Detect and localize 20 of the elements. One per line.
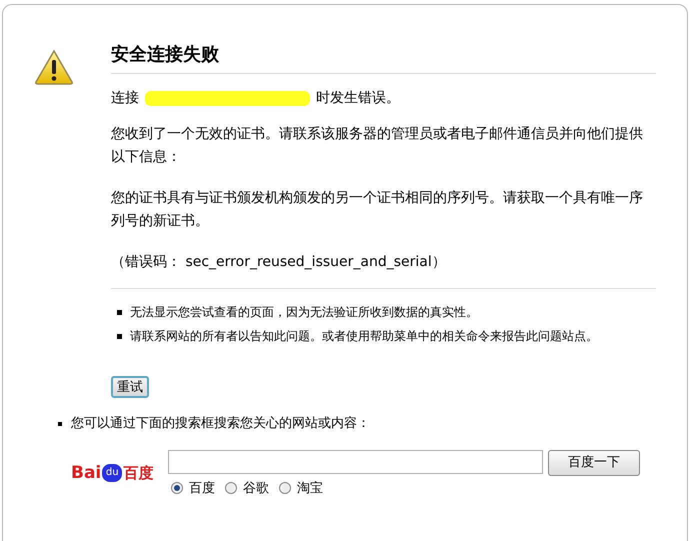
message-text: 时发生错误。	[316, 89, 400, 108]
baidu-logo: Bai du 百度	[71, 462, 154, 482]
bullet-icon	[58, 422, 62, 426]
engine-radio[interactable]: 百度	[171, 478, 215, 498]
bullet-icon	[117, 310, 122, 315]
search-hint: 您可以通过下面的搜索框搜索您关心的网站或内容：	[71, 415, 370, 433]
engine-radio[interactable]: 谷歌	[225, 478, 269, 498]
page-title: 安全连接失败	[111, 43, 656, 74]
search-button[interactable]: 百度一下	[548, 450, 640, 476]
retry-button[interactable]: 重试	[111, 376, 149, 398]
error-paragraph: 您收到了一个无效的证书。请联系该服务器的管理员或者电子邮件通信员并向他们提供以下信息：	[111, 125, 644, 167]
error-paragraph: （错误码： sec_error_reused_issuer_and_serial）	[111, 253, 447, 272]
search-field[interactable]	[168, 450, 543, 474]
engine-radio[interactable]: 淘宝	[279, 478, 323, 498]
bullet-text: 请联系网站的所有者以告知此问题。或者使用帮助菜单中的相关命令来报告此问题站点。	[130, 328, 598, 345]
message-text: 连接	[111, 89, 139, 108]
warning-icon	[34, 49, 74, 85]
error-paragraph: 您的证书具有与证书颁发机构颁发的另一个证书相同的序列号。请获取一个具有唯一序列号的新证书。	[111, 189, 644, 231]
bullet-icon	[117, 334, 122, 339]
bullet-text: 无法显示您尝试查看的页面，因为无法验证所收到数据的真实性。	[130, 304, 478, 321]
